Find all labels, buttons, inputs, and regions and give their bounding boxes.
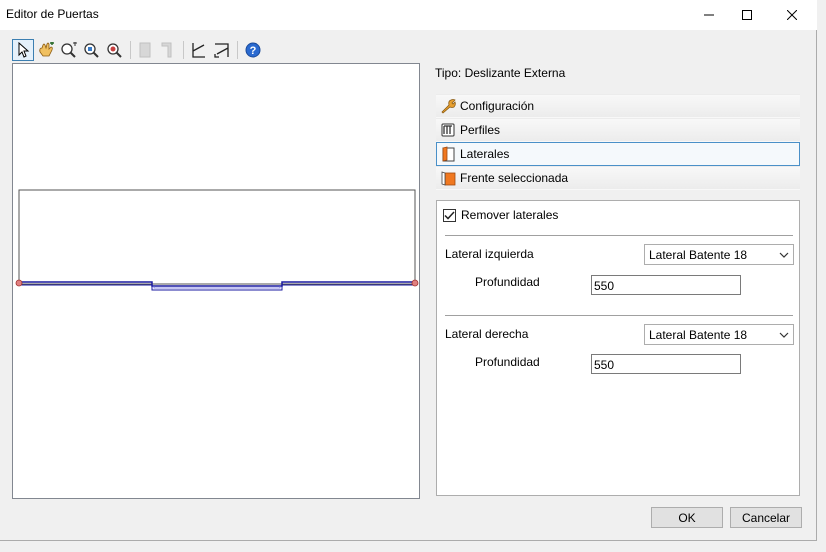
minimize-button[interactable] (691, 0, 727, 30)
zoom-window-icon (84, 43, 99, 58)
chevron-down-icon (779, 332, 789, 338)
wrench-icon (439, 97, 457, 115)
tab-label: Perfiles (460, 123, 501, 137)
close-icon (787, 10, 797, 20)
maximize-button[interactable] (729, 0, 765, 30)
front-icon (439, 169, 457, 187)
view-right-button[interactable] (211, 39, 233, 61)
tab-label: Configuración (460, 99, 535, 113)
pointer-tool-button[interactable] (12, 39, 34, 61)
view-left-icon (192, 43, 206, 58)
cancel-button[interactable]: Cancelar (730, 507, 802, 528)
category-tabs: Configuración Perfiles Laterales Frente … (436, 94, 800, 190)
maximize-icon (742, 10, 752, 20)
view-side-button[interactable] (157, 39, 179, 61)
left-lateral-selected-value: Lateral Batente 18 (649, 247, 748, 262)
left-lateral-label: Lateral izquierda (445, 247, 534, 261)
title-bar[interactable]: Editor de Puertas (0, 0, 817, 30)
view-left-button[interactable] (188, 39, 210, 61)
left-depth-label: Profundidad (475, 275, 540, 289)
remove-laterals-checkbox[interactable] (443, 208, 456, 222)
ok-button[interactable]: OK (651, 507, 723, 528)
right-depth-input[interactable]: 550 (591, 354, 741, 374)
laterals-icon (439, 145, 457, 163)
right-lateral-selected-value: Lateral Batente 18 (649, 327, 748, 342)
svg-text:?: ? (250, 45, 257, 57)
toolbar: ? (12, 38, 264, 62)
left-lateral-select[interactable]: Lateral Batente 18 (644, 244, 794, 265)
tab-label: Laterales (460, 147, 510, 161)
zoom-extents-button[interactable] (58, 39, 80, 61)
view-side-icon (161, 42, 172, 58)
separator-line (445, 235, 793, 236)
tab-configuracion[interactable]: Configuración (436, 94, 800, 118)
tab-label: Frente seleccionada (460, 171, 569, 185)
tab-frente-seleccionada[interactable]: Frente seleccionada (436, 166, 800, 190)
right-depth-value: 550 (594, 358, 615, 372)
right-lateral-select[interactable]: Lateral Batente 18 (644, 324, 794, 345)
help-button[interactable]: ? (242, 39, 264, 61)
pan-tool-button[interactable] (35, 39, 57, 61)
door-drawing-canvas[interactable] (12, 63, 420, 499)
left-depth-input[interactable]: 550 (591, 275, 741, 295)
door-outline (18, 189, 416, 285)
left-depth-value: 550 (594, 279, 615, 293)
checkmark-icon (444, 210, 455, 220)
tab-laterales[interactable]: Laterales (436, 142, 800, 166)
profiles-icon (439, 121, 457, 139)
tab-perfiles[interactable]: Perfiles (436, 118, 800, 142)
toolbar-separator (129, 41, 131, 59)
door-drawing (15, 189, 419, 291)
remove-laterals-label: Remover laterales (461, 208, 559, 222)
zoom-icon (106, 43, 122, 58)
remove-laterals-row[interactable]: Remover laterales (443, 208, 558, 222)
laterales-panel: Remover laterales Lateral izquierda Late… (436, 200, 800, 496)
view-right-icon (214, 43, 229, 58)
toolbar-separator (183, 41, 185, 59)
door-editor-window: Editor de Puertas ? Tipo: Deslizante Ext… (0, 0, 817, 541)
separator-line (445, 315, 793, 316)
zoom-button[interactable] (104, 39, 126, 61)
background-strip (0, 541, 826, 552)
close-button[interactable] (774, 0, 810, 30)
toolbar-separator (237, 41, 239, 59)
door-type-label: Tipo: Deslizante Externa (435, 66, 566, 80)
left-anchor-point (15, 279, 23, 287)
view-front-button[interactable] (135, 39, 157, 61)
pan-hand-icon (39, 42, 54, 57)
view-front-icon (139, 42, 151, 58)
right-depth-label: Profundidad (475, 355, 540, 369)
minimize-icon (704, 14, 714, 16)
zoom-window-button[interactable] (81, 39, 103, 61)
right-anchor-point (411, 279, 419, 287)
help-icon: ? (245, 42, 261, 58)
window-title: Editor de Puertas (6, 7, 99, 21)
zoom-extents-icon (61, 42, 77, 58)
pointer-icon (18, 42, 30, 58)
right-lateral-label: Lateral derecha (445, 327, 529, 341)
chevron-down-icon (779, 252, 789, 258)
